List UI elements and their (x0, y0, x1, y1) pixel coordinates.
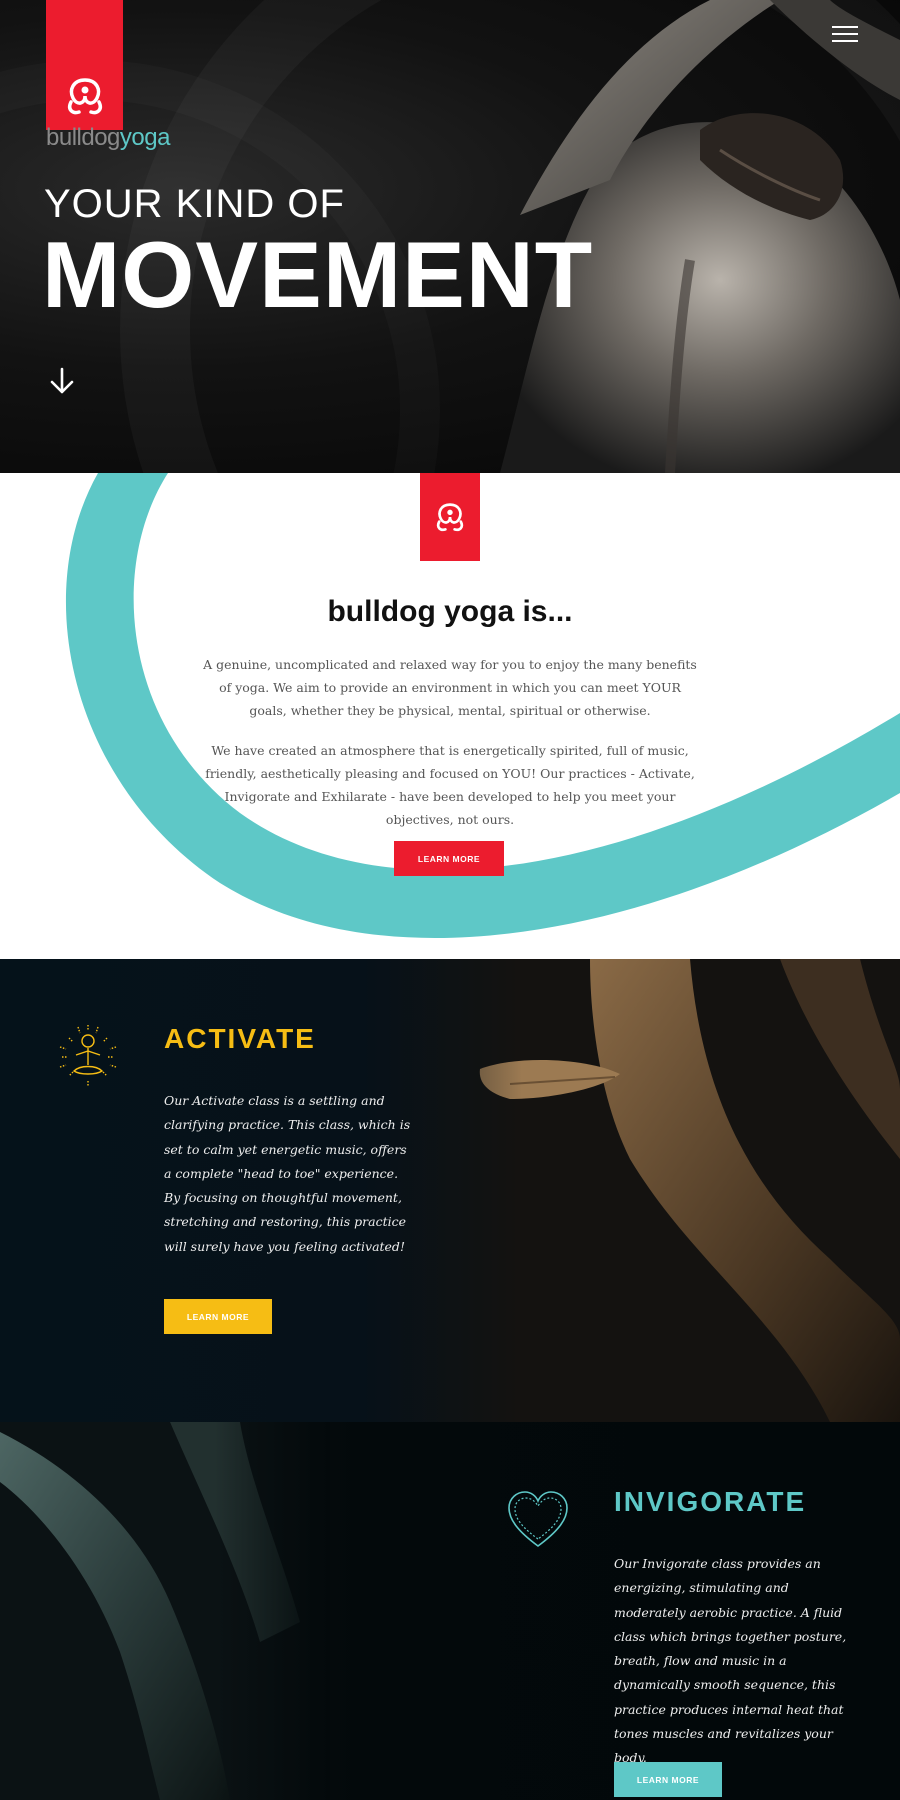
invigorate-learn-more-button[interactable]: LEARN MORE (614, 1762, 722, 1797)
about-logo-tab (420, 473, 480, 561)
about-paragraph-2: We have created an atmosphere that is en… (205, 743, 695, 827)
hero-section: bulldogyoga YOUR KIND OF MOVEMENT (0, 0, 900, 473)
activate-photo (360, 959, 900, 1422)
invigorate-section: INVIGORATE Our Invigorate class provides… (0, 1422, 900, 1800)
hero-kicker: YOUR KIND OF (44, 182, 345, 226)
activate-description: Our Activate class is a settling and cla… (164, 1093, 411, 1254)
logo-tab[interactable] (46, 0, 123, 130)
activate-title: ACTIVATE (164, 1023, 316, 1054)
heart-icon (508, 1491, 568, 1547)
brand-word-bulldog: bulldog (46, 124, 120, 151)
about-section: bulldog yoga is... A genuine, uncomplica… (0, 473, 900, 959)
hamburger-icon[interactable] (832, 26, 858, 46)
about-paragraph-1: A genuine, uncomplicated and relaxed way… (203, 657, 697, 718)
invigorate-photo (0, 1422, 330, 1800)
invigorate-title: INVIGORATE (614, 1486, 807, 1517)
hero-title: MOVEMENT (42, 222, 594, 327)
about-learn-more-button[interactable]: LEARN MORE (394, 841, 504, 876)
brand-wordmark[interactable]: bulldogyoga (46, 124, 170, 152)
activate-learn-more-button[interactable]: LEARN MORE (164, 1299, 272, 1334)
meditation-icon (59, 1025, 117, 1087)
bulldog-logo-icon (67, 78, 102, 115)
arrow-down-icon[interactable] (48, 366, 76, 396)
about-title: bulldog yoga is... (327, 595, 573, 628)
activate-section: ACTIVATE Our Activate class is a settlin… (0, 959, 900, 1422)
bulldog-logo-icon (436, 503, 464, 532)
invigorate-description: Our Invigorate class provides an energiz… (614, 1556, 847, 1766)
brand-word-yoga: yoga (119, 124, 171, 151)
